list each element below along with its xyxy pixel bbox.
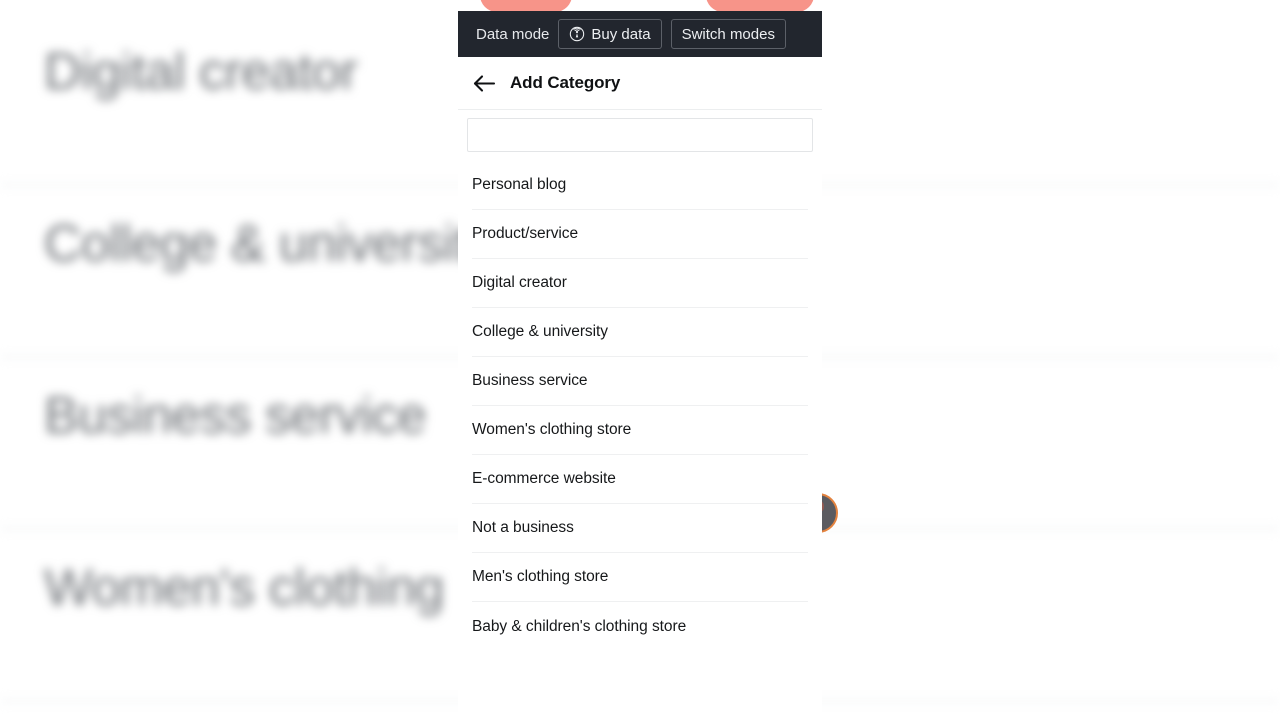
buy-data-button[interactable]: Buy data [558,19,662,49]
category-list-item[interactable]: Men's clothing store [472,553,808,602]
category-list-item[interactable]: E-commerce website [472,455,808,504]
category-list-item[interactable]: Digital creator [472,259,808,308]
search-input[interactable] [467,118,813,152]
switch-modes-label: Switch modes [681,25,775,43]
category-list-item[interactable]: Product/service [472,210,808,259]
page-header: Add Category [458,57,822,110]
search-field-wrapper [467,118,813,152]
background-row-label: Digital creator [44,43,358,101]
background-row-label: Women's clothing [44,559,444,617]
category-list-item[interactable]: College & university [472,308,808,357]
switch-modes-button[interactable]: Switch modes [670,19,786,49]
data-mode-label: Data mode [476,25,550,43]
category-list-item[interactable]: Business service [472,357,808,406]
background-row-label: College & university [44,215,494,273]
data-mode-bar: Data mode Buy data Switch modes [458,11,822,57]
broadcast-icon [569,26,585,42]
arrow-left-icon[interactable] [472,74,496,93]
category-list-item[interactable]: Personal blog [472,161,808,210]
background-row-label: Business service [44,387,427,445]
page-title: Add Category [510,73,621,92]
category-list-item[interactable]: Women's clothing store [472,406,808,455]
buy-data-label: Buy data [591,25,651,43]
category-list: Personal blog Product/service Digital cr… [472,161,808,651]
app-screen: Digital creator College & university Bus… [0,0,1280,720]
phone-panel: Data mode Buy data Switch modes Add Cate… [458,0,822,720]
category-list-item[interactable]: Not a business [472,504,808,553]
category-list-item[interactable]: Baby & children's clothing store [472,602,808,651]
